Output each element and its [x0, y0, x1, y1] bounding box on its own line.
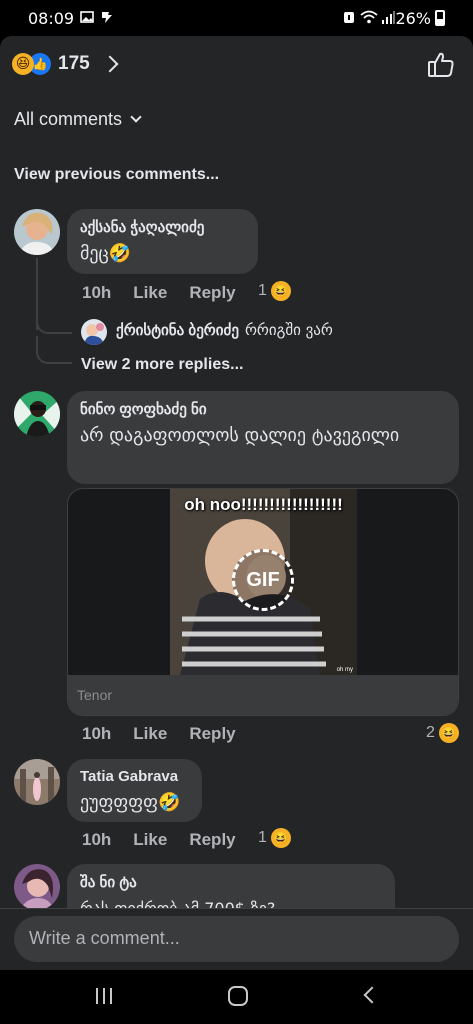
comment-time: 10h: [82, 830, 112, 849]
comment-author[interactable]: აქსანა ჭაღალიძე: [80, 218, 246, 236]
view-more-replies-link[interactable]: View 2 more replies...: [81, 356, 243, 374]
thread-connector: [36, 316, 72, 334]
haha-reaction-icon: 😆: [270, 281, 291, 301]
comment-bubble[interactable]: Tatia Gabrava ეუფფფფ🤣: [67, 759, 202, 822]
thumbs-up-icon[interactable]: [427, 52, 455, 78]
comment-actions: 10h Like Reply: [82, 830, 258, 850]
battery-percent: 26%: [395, 9, 431, 28]
back-icon[interactable]: [363, 986, 381, 1004]
avatar[interactable]: [14, 391, 60, 437]
comment-author[interactable]: Tatia Gabrava: [80, 768, 190, 785]
comment-input-placeholder: Write a comment...: [29, 928, 180, 948]
gif-source: Tenor: [77, 687, 113, 703]
gif-attachment[interactable]: oh noo!!!!!!!!!!!!!!!!!! GIF oh my Tenor: [67, 488, 459, 716]
comment-reactions[interactable]: 2 😆: [426, 723, 459, 743]
gif-caption: oh noo!!!!!!!!!!!!!!!!!!: [184, 495, 343, 514]
comment-input[interactable]: Write a comment...: [14, 916, 459, 962]
comment-author[interactable]: ნინო ფოფხაძე ნი: [80, 400, 447, 418]
reaction-count: 175: [58, 53, 90, 74]
battery-icon: [435, 10, 445, 26]
reply-button[interactable]: Reply: [189, 283, 235, 303]
reply-button[interactable]: Reply: [189, 724, 235, 744]
filter-label: All comments: [14, 109, 123, 129]
composer-bar: Write a comment...: [0, 908, 473, 970]
reply-author[interactable]: ქრისტინა ბერიძე: [116, 321, 239, 339]
vpn-icon: [102, 12, 112, 23]
reaction-count: 2: [426, 724, 435, 741]
comment-time: 10h: [82, 283, 112, 302]
home-icon[interactable]: [228, 986, 248, 1006]
haha-reaction-icon: 😆: [12, 53, 34, 75]
comment-actions: 10h Like Reply: [82, 283, 258, 303]
comment-reactions[interactable]: 1 😆: [258, 281, 291, 301]
chevron-right-icon: [101, 55, 119, 73]
wifi-icon: [360, 10, 378, 24]
like-button[interactable]: Like: [133, 830, 167, 850]
comment-text: მეც🤣: [80, 243, 132, 264]
comment-reactions[interactable]: 1 😆: [258, 828, 291, 848]
avatar[interactable]: [81, 319, 107, 345]
comment-actions: 10h Like Reply: [82, 724, 258, 744]
gif-play-badge[interactable]: GIF: [232, 549, 294, 611]
comment-text: არ დაგაფოთლოს დალიე ტავეგილი: [80, 425, 400, 446]
reactions-summary[interactable]: 😆 👍 175: [12, 53, 119, 75]
image-icon: [80, 11, 94, 23]
gif-watermark: oh my: [336, 667, 353, 673]
haha-reaction-icon: 😆: [438, 723, 459, 743]
view-previous-comments-link[interactable]: View previous comments...: [14, 166, 219, 184]
comments-filter[interactable]: All comments: [14, 109, 142, 130]
reaction-count: 1: [258, 829, 267, 846]
like-button[interactable]: Like: [133, 283, 167, 303]
thread-connector: [36, 336, 72, 364]
like-button[interactable]: Like: [133, 724, 167, 744]
reply-text: რრიგში ვარ: [244, 321, 333, 339]
status-time: 08:09: [28, 9, 75, 28]
comment-time: 10h: [82, 724, 112, 743]
system-nav-bar: [0, 970, 473, 1024]
reply-button[interactable]: Reply: [189, 830, 235, 850]
haha-reaction-icon: 😆: [270, 828, 291, 848]
comment-text: ეუფფფფ🤣: [80, 792, 181, 813]
gif-image[interactable]: oh noo!!!!!!!!!!!!!!!!!! GIF oh my: [170, 489, 357, 675]
avatar[interactable]: [14, 209, 60, 255]
signal-icon: [382, 11, 395, 24]
reaction-count: 1: [258, 282, 267, 299]
gif-footer: Tenor: [68, 675, 458, 715]
comment-author[interactable]: შა ნი ტა: [80, 873, 383, 891]
comment-bubble[interactable]: აქსანა ჭაღალიძე მეც🤣: [67, 209, 258, 274]
comment-bubble[interactable]: ნინო ფოფხაძე ნი არ დაგაფოთლოს დალიე ტავე…: [67, 391, 459, 484]
status-bar: 08:09 26%: [0, 0, 473, 36]
avatar[interactable]: [14, 864, 60, 910]
recents-icon[interactable]: [96, 988, 114, 1004]
reply-preview[interactable]: ქრისტინა ბერიძე რრიგში ვარ: [116, 321, 333, 339]
comments-sheet: 😆 👍 175 All comments View previous comme…: [0, 36, 473, 970]
chevron-down-icon: [130, 111, 142, 123]
avatar[interactable]: [14, 759, 60, 805]
alarm-icon: [344, 12, 354, 23]
